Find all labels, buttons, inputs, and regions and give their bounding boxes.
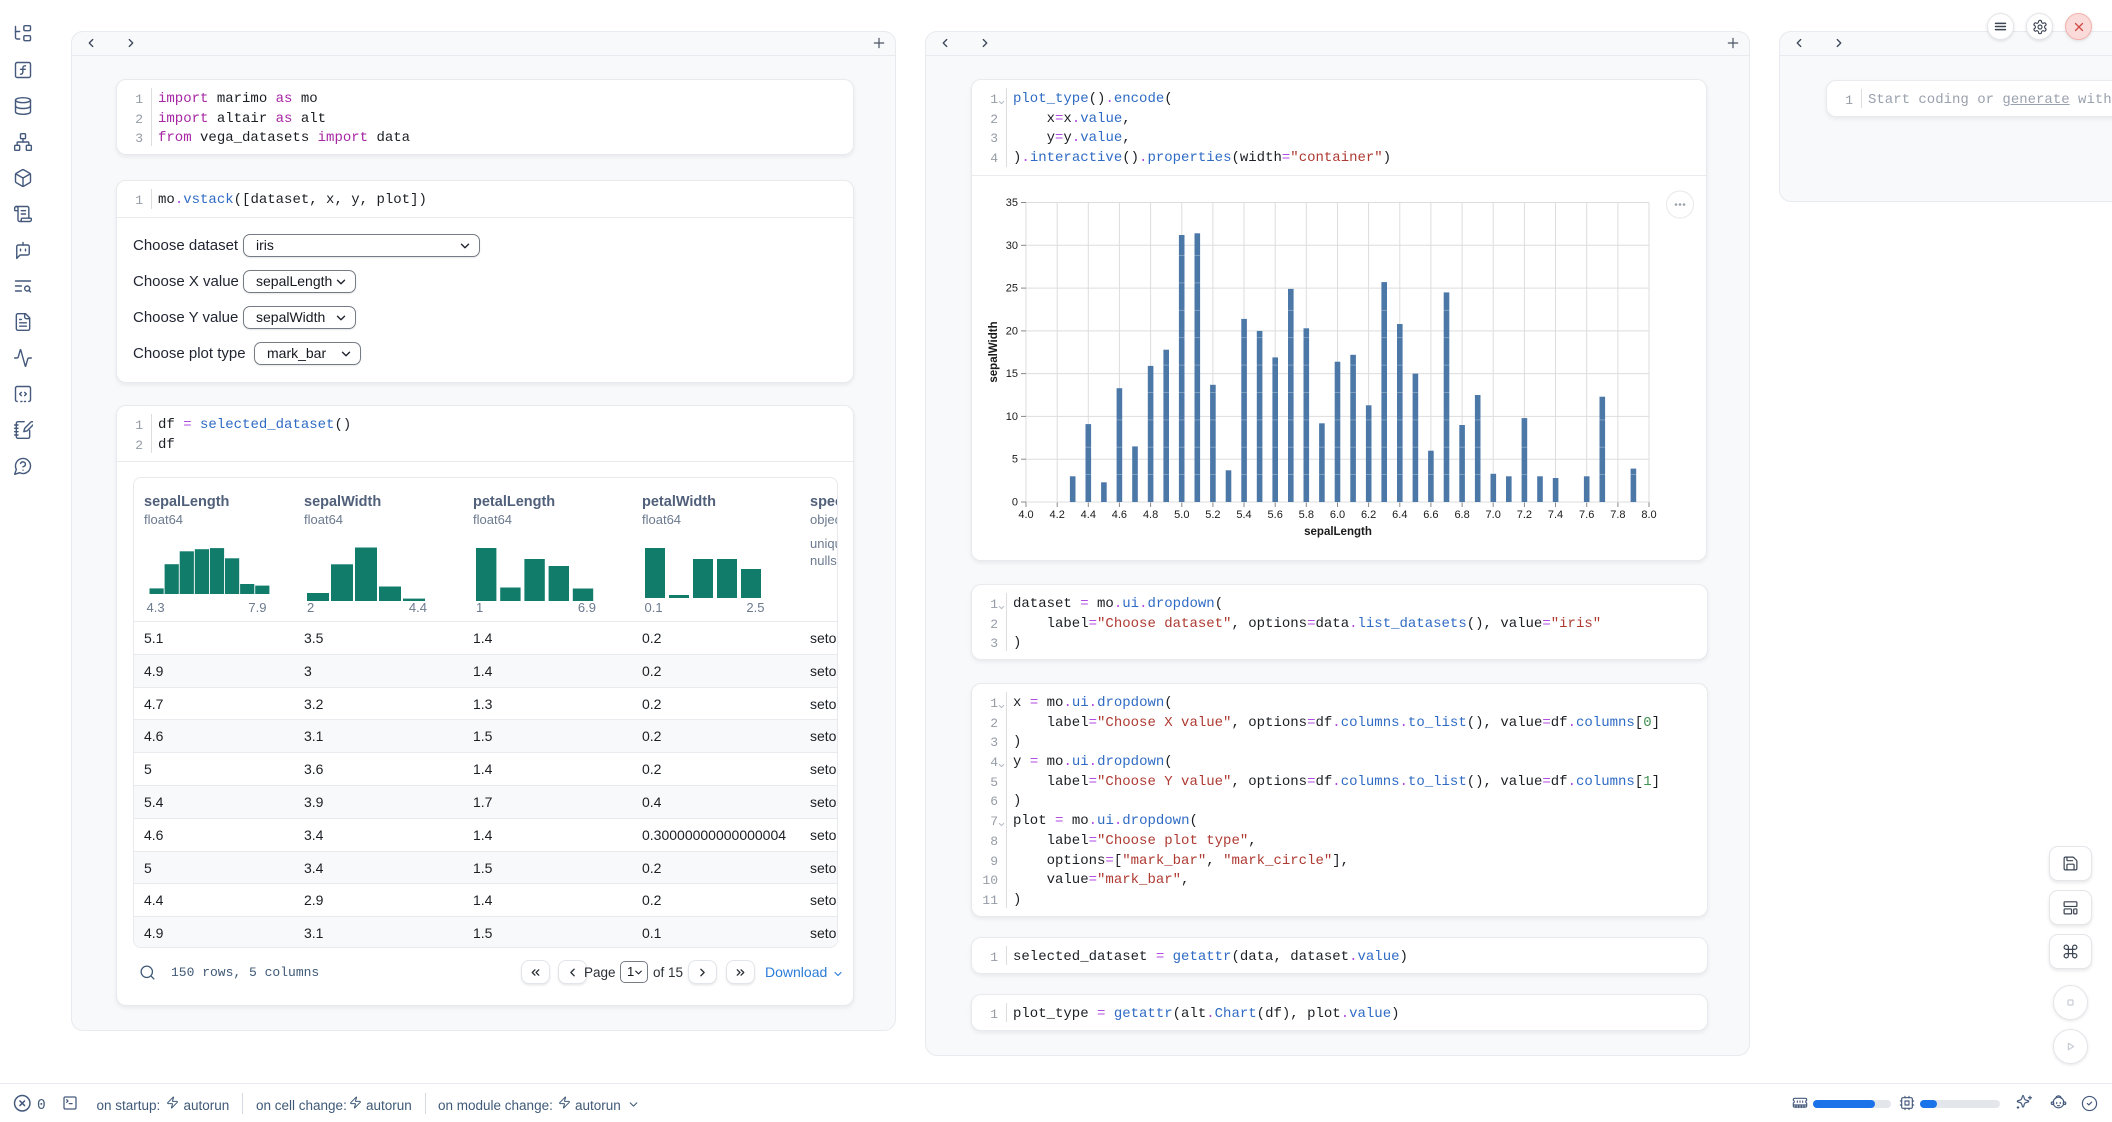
svg-text:10: 10	[1006, 411, 1018, 423]
svg-text:7.6: 7.6	[1579, 509, 1594, 521]
svg-text:6.6: 6.6	[1423, 509, 1438, 521]
svg-text:5: 5	[1012, 454, 1018, 466]
svg-text:5.8: 5.8	[1299, 509, 1314, 521]
svg-text:7.0: 7.0	[1486, 509, 1501, 521]
svg-text:sepalLength: sepalLength	[1304, 526, 1372, 538]
svg-text:8.0: 8.0	[1641, 509, 1656, 521]
svg-text:7.4: 7.4	[1548, 509, 1563, 521]
svg-text:6.2: 6.2	[1361, 509, 1376, 521]
svg-text:5.4: 5.4	[1236, 509, 1251, 521]
svg-text:7.8: 7.8	[1610, 509, 1625, 521]
svg-text:6.4: 6.4	[1392, 509, 1407, 521]
svg-text:6.8: 6.8	[1454, 509, 1469, 521]
svg-text:5.0: 5.0	[1174, 509, 1189, 521]
svg-text:4.2: 4.2	[1050, 509, 1065, 521]
svg-text:15: 15	[1006, 368, 1018, 380]
svg-text:sepalWidth: sepalWidth	[988, 321, 1000, 382]
svg-text:6.0: 6.0	[1330, 509, 1345, 521]
svg-text:0: 0	[1012, 497, 1018, 509]
svg-text:4.4: 4.4	[1081, 509, 1096, 521]
svg-text:7.2: 7.2	[1517, 509, 1532, 521]
svg-text:5.6: 5.6	[1268, 509, 1283, 521]
svg-text:5.2: 5.2	[1205, 509, 1220, 521]
svg-text:4.0: 4.0	[1018, 509, 1033, 521]
svg-text:35: 35	[1006, 197, 1018, 209]
svg-text:25: 25	[1006, 283, 1018, 295]
svg-text:30: 30	[1006, 240, 1018, 252]
svg-text:4.6: 4.6	[1112, 509, 1127, 521]
svg-text:20: 20	[1006, 325, 1018, 337]
svg-text:4.8: 4.8	[1143, 509, 1158, 521]
